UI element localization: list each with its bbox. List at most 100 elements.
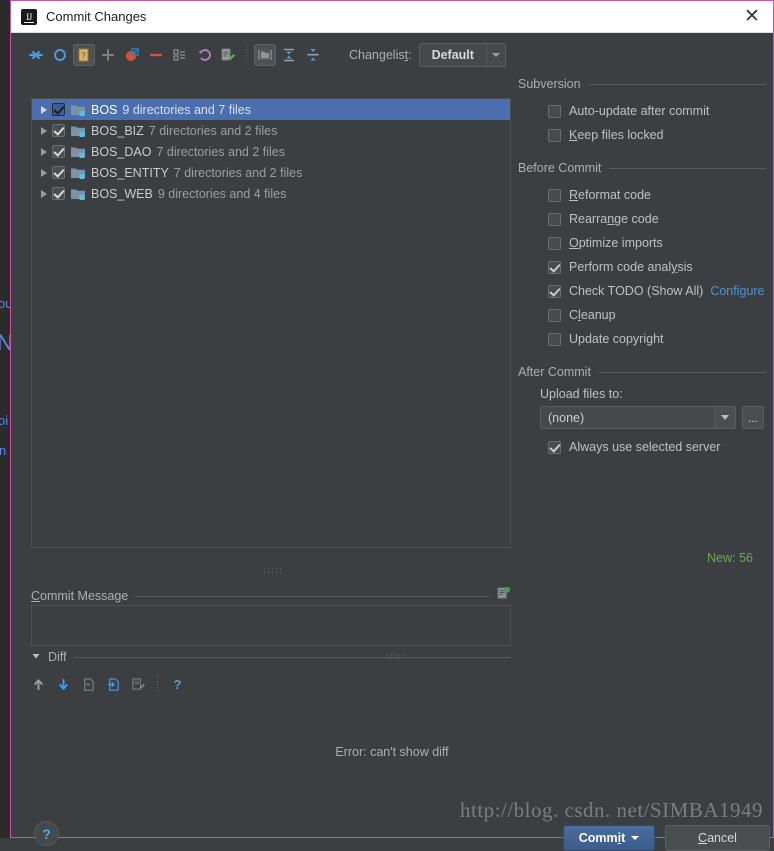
changes-toolbar: ? bbox=[25, 41, 324, 69]
delete-icon[interactable] bbox=[145, 44, 167, 66]
group-title: After Commit bbox=[518, 365, 591, 379]
commit-message-input[interactable] bbox=[31, 605, 511, 646]
edit-source-icon[interactable] bbox=[127, 673, 149, 695]
commit-changes-dialog: Commit Changes ✕ ? bbox=[10, 0, 774, 851]
row-checkbox[interactable] bbox=[52, 103, 65, 116]
expand-triangle-icon[interactable] bbox=[36, 126, 52, 135]
dialog-titlebar: Commit Changes ✕ bbox=[11, 1, 773, 33]
option-perform-code-analysis[interactable]: Perform code analysis bbox=[518, 255, 766, 279]
option-label: Reformat code bbox=[569, 188, 651, 202]
expand-triangle-icon[interactable] bbox=[36, 147, 52, 156]
set-active-changelist-icon[interactable] bbox=[169, 44, 191, 66]
table-row[interactable]: BOS 9 directories and 7 files bbox=[32, 99, 510, 120]
option-label: Rearrange code bbox=[569, 212, 659, 226]
module-folder-icon bbox=[70, 144, 86, 160]
option-auto-update-after-commit[interactable]: Auto-update after commit bbox=[518, 99, 766, 123]
previous-difference-icon[interactable] bbox=[27, 673, 49, 695]
option-label: Optimize imports bbox=[569, 236, 663, 250]
apply-change-icon[interactable] bbox=[102, 673, 124, 695]
help-icon[interactable]: ? bbox=[166, 673, 188, 695]
changelist-value: Default bbox=[431, 48, 474, 62]
checkbox[interactable] bbox=[548, 128, 561, 142]
checkbox[interactable] bbox=[548, 236, 561, 250]
module-description: 9 directories and 4 files bbox=[157, 186, 287, 201]
checkbox[interactable] bbox=[548, 188, 561, 202]
row-checkbox[interactable] bbox=[52, 166, 65, 179]
expand-all-icon[interactable] bbox=[278, 44, 300, 66]
divider bbox=[73, 656, 511, 658]
diff-section-header[interactable]: Diff bbox=[31, 648, 511, 666]
next-difference-icon[interactable] bbox=[52, 673, 74, 695]
splitter-handle[interactable]: ::::: bbox=[263, 566, 283, 576]
option-label: Perform code analysis bbox=[569, 260, 693, 274]
option-always-use-selected-server[interactable]: Always use selected server bbox=[518, 435, 766, 459]
dialog-body: ? Changelist: Default BOS 9 directories … bbox=[11, 33, 773, 851]
show-diff-icon[interactable] bbox=[25, 44, 47, 66]
upload-server-dropdown[interactable]: (none) bbox=[540, 406, 736, 429]
option-label: Keep files locked bbox=[569, 128, 664, 142]
triangle-down-icon[interactable] bbox=[31, 648, 41, 666]
row-checkbox[interactable] bbox=[52, 145, 65, 158]
close-icon[interactable]: ✕ bbox=[737, 2, 767, 32]
diff-label: Diff bbox=[48, 650, 67, 664]
row-checkbox[interactable] bbox=[52, 187, 65, 200]
upload-files-label: Upload files to: bbox=[540, 387, 623, 401]
toolbar-separator bbox=[157, 675, 158, 693]
expand-triangle-icon[interactable] bbox=[36, 168, 52, 177]
checkbox[interactable] bbox=[548, 212, 561, 226]
option-rearrange-code[interactable]: Rearrange code bbox=[518, 207, 766, 231]
toolbar-separator bbox=[246, 46, 247, 64]
checkbox[interactable] bbox=[548, 260, 561, 274]
group-by-directory-icon[interactable] bbox=[254, 44, 276, 66]
table-row[interactable]: BOS_ENTITY 7 directories and 2 files bbox=[32, 162, 510, 183]
edit-source-icon[interactable] bbox=[217, 44, 239, 66]
option-keep-files-locked[interactable]: Keep files locked bbox=[518, 123, 766, 147]
checkbox[interactable] bbox=[548, 104, 561, 118]
add-icon[interactable] bbox=[97, 44, 119, 66]
table-row[interactable]: BOS_WEB 9 directories and 4 files bbox=[32, 183, 510, 204]
svg-text:?: ? bbox=[173, 677, 181, 692]
revert-change-icon[interactable] bbox=[77, 673, 99, 695]
checkbox[interactable] bbox=[548, 440, 561, 454]
expand-triangle-icon[interactable] bbox=[36, 105, 52, 114]
option-check-todo[interactable]: Check TODO (Show All) Configure bbox=[518, 279, 766, 303]
option-optimize-imports[interactable]: Optimize imports bbox=[518, 231, 766, 255]
module-name: BOS_ENTITY bbox=[91, 165, 169, 180]
subversion-group: Subversion Auto-update after commit Keep… bbox=[518, 77, 766, 147]
collapse-all-icon[interactable] bbox=[302, 44, 324, 66]
revert-icon[interactable] bbox=[193, 44, 215, 66]
module-description: 7 directories and 2 files bbox=[173, 165, 303, 180]
table-row[interactable]: BOS_DAO 7 directories and 2 files bbox=[32, 141, 510, 162]
new-changelist-icon[interactable]: ? bbox=[73, 44, 95, 66]
expand-triangle-icon[interactable] bbox=[36, 189, 52, 198]
help-button[interactable]: ? bbox=[34, 821, 59, 846]
checkbox[interactable] bbox=[548, 332, 561, 346]
move-to-another-changelist-icon[interactable] bbox=[121, 44, 143, 66]
module-description: 7 directories and 2 files bbox=[156, 144, 285, 159]
cancel-button[interactable]: Cancel bbox=[665, 825, 770, 851]
chevron-down-icon[interactable] bbox=[485, 44, 505, 66]
row-checkbox[interactable] bbox=[52, 124, 65, 137]
diff-splitter-handle[interactable]: ::::: bbox=[386, 652, 406, 662]
chevron-down-icon[interactable] bbox=[714, 407, 735, 428]
module-name: BOS_WEB bbox=[91, 186, 153, 201]
refresh-icon[interactable] bbox=[49, 44, 71, 66]
module-name: BOS bbox=[91, 102, 118, 117]
commit-button[interactable]: Commit bbox=[563, 825, 655, 851]
option-reformat-code[interactable]: Reformat code bbox=[518, 183, 766, 207]
option-cleanup[interactable]: Cleanup bbox=[518, 303, 766, 327]
table-row[interactable]: BOS_BIZ 7 directories and 2 files bbox=[32, 120, 510, 141]
checkbox[interactable] bbox=[548, 308, 561, 322]
changes-tree[interactable]: BOS 9 directories and 7 files BOS_BIZ 7 … bbox=[31, 98, 511, 548]
divider bbox=[609, 167, 766, 169]
diff-toolbar: ? bbox=[27, 673, 188, 695]
changelist-dropdown[interactable]: Default bbox=[418, 43, 506, 67]
configure-todo-link[interactable]: Configure bbox=[710, 284, 764, 298]
option-label: Cleanup bbox=[569, 308, 616, 322]
group-title: Before Commit bbox=[518, 161, 602, 175]
option-update-copyright[interactable]: Update copyright bbox=[518, 327, 766, 351]
checkbox[interactable] bbox=[548, 284, 561, 298]
browse-servers-button[interactable]: ... bbox=[742, 406, 764, 429]
module-folder-icon bbox=[70, 123, 86, 139]
message-history-icon[interactable] bbox=[496, 586, 511, 606]
